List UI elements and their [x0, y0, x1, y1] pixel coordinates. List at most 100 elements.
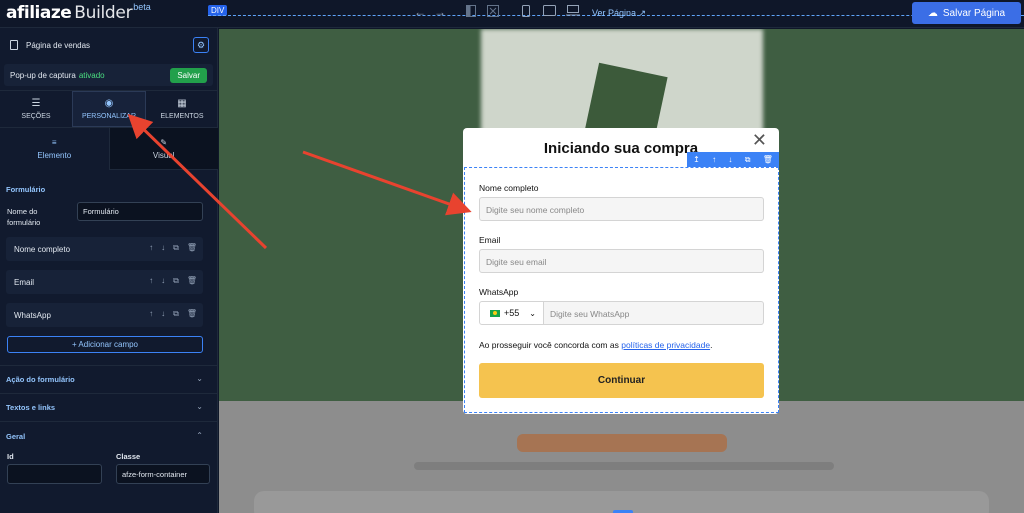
tablet-view-icon[interactable] [543, 5, 556, 16]
code-icon[interactable] [487, 5, 499, 17]
gear-icon[interactable]: ⚙ [193, 37, 209, 53]
desktop-view-icon[interactable] [566, 5, 580, 16]
collapsible-textos-links[interactable]: Textos e links ⌄ [6, 402, 206, 412]
email-input[interactable]: Digite seu email [479, 249, 764, 273]
select-parent-icon[interactable]: ↥ [693, 155, 700, 164]
list-icon: ☰ [31, 98, 41, 109]
trash-icon[interactable]: 🗑 [187, 243, 197, 253]
collapsible-geral[interactable]: Geral ⌃ [6, 431, 206, 441]
layout-toggle-icon[interactable] [466, 5, 476, 17]
document-icon [10, 40, 18, 50]
country-code-select[interactable]: +55 ⌄ [479, 301, 544, 325]
popup-save-button[interactable]: Salvar [170, 68, 207, 83]
element-toolbar: ↥ ↑ ↓ ⧉ 🗑 [687, 152, 779, 167]
chevron-up-icon: ⌃ [196, 431, 203, 440]
palette-icon: ◉ [104, 98, 114, 109]
tab-label: ELEMENTOS [160, 113, 204, 120]
continue-button[interactable]: Continuar [479, 363, 764, 398]
duplicate-icon[interactable]: ⧉ [173, 243, 179, 253]
chevron-down-icon: ⌄ [196, 374, 203, 383]
id-input[interactable] [7, 464, 102, 484]
chevron-down-icon: ⌄ [529, 308, 536, 318]
sidebar-subtabs: ≡ Elemento ✎ Visual [0, 128, 218, 170]
whatsapp-field-label: WhatsApp [479, 287, 519, 297]
form-name-input[interactable]: Formulário [77, 202, 203, 221]
redo-icon[interactable]: → [434, 5, 446, 19]
move-up-icon[interactable]: ↑ [149, 276, 153, 286]
add-field-button[interactable]: + Adicionar campo [7, 336, 203, 353]
email-field-label: Email [479, 235, 501, 245]
field-label: Email [14, 277, 35, 287]
field-row-email[interactable]: Email ↑ ↓ ⧉ 🗑 [6, 270, 203, 294]
terms-prefix: Ao prosseguir você concorda com as [479, 340, 619, 350]
tab-personalizar[interactable]: ◉ PERSONALIZAR [72, 91, 146, 127]
sliders-icon: ≡ [51, 137, 57, 147]
chevron-down-icon: ⌄ [196, 402, 203, 411]
divider [0, 393, 218, 394]
id-label: Id [7, 452, 14, 461]
brazil-flag-icon [490, 309, 500, 317]
brush-icon: ✎ [160, 137, 168, 147]
class-input[interactable]: afze-form-container [116, 464, 210, 484]
collapsible-label: Geral [6, 432, 26, 441]
move-down-icon[interactable]: ↓ [728, 155, 732, 164]
save-page-label: Salvar Página [942, 7, 1006, 19]
name-input[interactable]: Digite seu nome completo [479, 197, 764, 221]
move-down-icon[interactable]: ↓ [161, 276, 165, 286]
move-down-icon[interactable]: ↓ [161, 309, 165, 319]
tab-label: PERSONALIZAR [81, 113, 137, 120]
save-page-button[interactable]: ☁ Salvar Página [912, 2, 1021, 24]
field-row-nome[interactable]: Nome completo ↑ ↓ ⧉ 🗑 [6, 237, 203, 261]
form-name-label: Nome do formulário [7, 207, 41, 227]
popup-label: Pop-up de captura [10, 70, 76, 80]
subtab-label: Elemento [37, 150, 72, 160]
field-label: WhatsApp [14, 310, 51, 320]
terms-text: Ao prosseguir você concorda com as polít… [479, 340, 712, 350]
move-down-icon[interactable]: ↓ [161, 243, 165, 253]
view-page-link[interactable]: Ver Página ↗ [592, 8, 646, 19]
move-up-icon[interactable]: ↑ [149, 243, 153, 253]
collapsible-acao-formulario[interactable]: Ação do formulário ⌄ [6, 374, 206, 384]
move-up-icon[interactable]: ↑ [149, 309, 153, 319]
whatsapp-input[interactable]: Digite seu WhatsApp [543, 301, 764, 325]
grid-icon: ▦ [177, 98, 187, 109]
name-field-label: Nome completo [479, 183, 539, 193]
popup-status: ativado [78, 70, 105, 80]
collapsible-label: Textos e links [6, 403, 56, 412]
form-section-title: Formulário [6, 185, 46, 194]
terms-suffix: . [710, 340, 713, 350]
duplicate-icon[interactable]: ⧉ [173, 276, 179, 286]
divider [0, 365, 218, 366]
subtab-visual[interactable]: ✎ Visual [108, 128, 218, 170]
duplicate-icon[interactable]: ⧉ [173, 309, 179, 319]
privacy-policy-link[interactable]: políticas de privacidade [621, 340, 710, 350]
page-selector[interactable]: Página de vendas ⚙ [4, 34, 213, 56]
trash-icon[interactable]: 🗑 [763, 155, 773, 164]
move-up-icon[interactable]: ↑ [712, 155, 716, 164]
logo-secondary: Builder [74, 3, 133, 23]
logo-main: afiliaze [6, 3, 72, 23]
tab-elementos[interactable]: ▦ ELEMENTOS [146, 91, 218, 127]
top-toolbar: afiliaze Builder beta DIV ← → Ver Página… [0, 0, 1024, 28]
collapsible-label: Ação do formulário [6, 375, 75, 384]
page-selector-label: Página de vendas [26, 40, 91, 50]
popup-status-row: Pop-up de captura ativado Salvar [4, 64, 213, 86]
sidebar-tabs: ☰ SEÇÕES ◉ PERSONALIZAR ▦ ELEMENTOS [0, 90, 218, 128]
field-label: Nome completo [14, 244, 71, 254]
country-code-value: +55 [504, 308, 520, 318]
mobile-view-icon[interactable] [522, 5, 530, 17]
close-icon[interactable]: ✕ [752, 130, 767, 151]
duplicate-icon[interactable]: ⧉ [745, 155, 751, 165]
subtab-label: Visual [152, 150, 175, 160]
tab-secoes[interactable]: ☰ SEÇÕES [0, 91, 72, 127]
sidebar: Página de vendas ⚙ Pop-up de captura ati… [0, 28, 218, 513]
field-row-whatsapp[interactable]: WhatsApp ↑ ↓ ⧉ 🗑 [6, 303, 203, 327]
subtab-elemento[interactable]: ≡ Elemento [0, 128, 109, 170]
undo-icon[interactable]: ← [414, 5, 426, 19]
trash-icon[interactable]: 🗑 [187, 276, 197, 286]
cloud-upload-icon: ☁ [927, 7, 938, 19]
class-label: Classe [116, 452, 141, 461]
dimmed-heading [517, 434, 727, 452]
trash-icon[interactable]: 🗑 [187, 309, 197, 319]
app-logo: afiliaze Builder beta [6, 2, 151, 23]
